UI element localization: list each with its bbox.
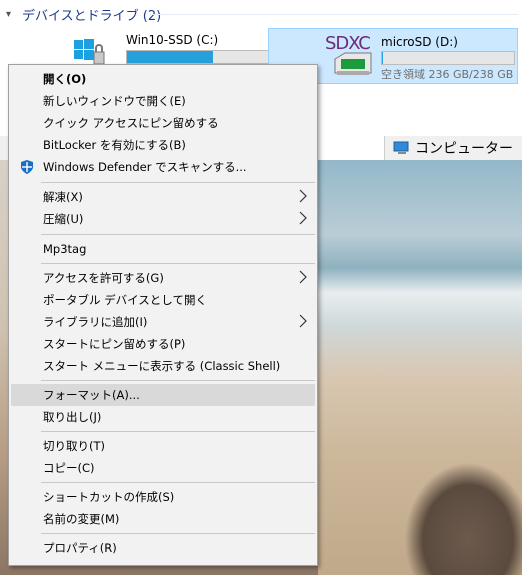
menu-item-label: フォーマット(A)...	[43, 388, 140, 402]
windows-drive-icon	[74, 39, 105, 65]
computer-icon	[393, 141, 409, 154]
menu-item-label: アクセスを許可する(G)	[43, 271, 164, 285]
chevron-right-icon	[299, 270, 307, 284]
menu-item-pin-quick-access[interactable]: クイック アクセスにピン留めする	[11, 112, 315, 134]
menu-separator	[41, 482, 315, 483]
menu-item-label: Mp3tag	[43, 242, 87, 256]
chevron-down-icon[interactable]: ▾	[6, 9, 16, 20]
menu-item-properties[interactable]: プロパティ(R)	[11, 537, 315, 559]
menu-item-open-portable[interactable]: ポータブル デバイスとして開く	[11, 289, 315, 311]
menu-item-label: プロパティ(R)	[43, 541, 117, 555]
computer-button-label: コンピューター	[415, 141, 513, 157]
menu-item-pin-start[interactable]: スタートにピン留めする(P)	[11, 333, 315, 355]
menu-item-label: ライブラリに追加(I)	[43, 315, 148, 329]
sd-card-icon	[334, 52, 372, 75]
drive-c-name: Win10-SSD (C:)	[126, 33, 219, 47]
menu-separator	[41, 182, 315, 183]
menu-item-bitlocker[interactable]: BitLocker を有効にする(B)	[11, 134, 315, 156]
chevron-right-icon	[299, 211, 307, 225]
menu-item-create-shortcut[interactable]: ショートカットの作成(S)	[11, 486, 315, 508]
menu-item-label: 取り出し(J)	[43, 410, 102, 424]
menu-item-label: 切り取り(T)	[43, 439, 105, 453]
menu-separator	[41, 380, 315, 381]
menu-separator	[41, 263, 315, 264]
drive-d-usage-bar	[381, 51, 515, 65]
menu-item-compress[interactable]: 圧縮(U)	[11, 208, 315, 230]
menu-separator	[41, 533, 315, 534]
menu-item-eject[interactable]: 取り出し(J)	[11, 406, 315, 428]
menu-item-label: スタートにピン留めする(P)	[43, 337, 186, 351]
menu-item-label: 圧縮(U)	[43, 212, 84, 226]
drive-d-usage-fill	[382, 52, 384, 64]
menu-item-label: スタート メニューに表示する (Classic Shell)	[43, 359, 281, 373]
chevron-right-icon	[299, 314, 307, 328]
menu-item-rename[interactable]: 名前の変更(M)	[11, 508, 315, 530]
windows-defender-icon	[21, 160, 33, 174]
menu-item-label: Windows Defender でスキャンする...	[43, 160, 247, 174]
menu-item-mp3tag[interactable]: Mp3tag	[11, 238, 315, 260]
menu-item-copy[interactable]: コピー(C)	[11, 457, 315, 479]
menu-item-label: 名前の変更(M)	[43, 512, 120, 526]
menu-item-cut[interactable]: 切り取り(T)	[11, 435, 315, 457]
menu-item-add-library[interactable]: ライブラリに追加(I)	[11, 311, 315, 333]
group-header-label: デバイスとドライブ (2)	[22, 8, 162, 24]
drive-d-name: microSD (D:)	[381, 35, 458, 49]
menu-item-label: 新しいウィンドウで開く(E)	[43, 94, 186, 108]
menu-item-label: BitLocker を有効にする(B)	[43, 138, 186, 152]
menu-item-open[interactable]: 開く(O)	[11, 68, 315, 90]
menu-item-label: 解凍(X)	[43, 190, 83, 204]
menu-item-label: ポータブル デバイスとして開く	[43, 293, 207, 307]
menu-item-label: ショートカットの作成(S)	[43, 490, 175, 504]
computer-button[interactable]: コンピューター	[384, 136, 522, 160]
menu-separator	[41, 234, 315, 235]
toolbar-strip	[0, 136, 8, 160]
menu-item-label: コピー(C)	[43, 461, 95, 475]
drive-c-usage-fill	[127, 51, 213, 63]
menu-item-open-new-window[interactable]: 新しいウィンドウで開く(E)	[11, 90, 315, 112]
background-photo	[318, 160, 522, 575]
context-menu: 開く(O) 新しいウィンドウで開く(E) クイック アクセスにピン留めする Bi…	[8, 64, 318, 566]
menu-separator	[41, 431, 315, 432]
chevron-right-icon	[299, 189, 307, 203]
group-divider	[150, 14, 518, 15]
group-header[interactable]: ▾ デバイスとドライブ (2)	[6, 4, 161, 24]
menu-item-format[interactable]: フォーマット(A)...	[11, 384, 315, 406]
drive-d-free-space: 空き領域 236 GB/238 GB	[381, 68, 514, 81]
menu-item-give-access[interactable]: アクセスを許可する(G)	[11, 267, 315, 289]
menu-item-defender-scan[interactable]: Windows Defender でスキャンする...	[11, 156, 315, 178]
menu-item-label: 開く(O)	[43, 72, 87, 86]
menu-item-extract[interactable]: 解凍(X)	[11, 186, 315, 208]
menu-item-classic-shell[interactable]: スタート メニューに表示する (Classic Shell)	[11, 355, 315, 377]
menu-item-label: クイック アクセスにピン留めする	[43, 116, 219, 130]
